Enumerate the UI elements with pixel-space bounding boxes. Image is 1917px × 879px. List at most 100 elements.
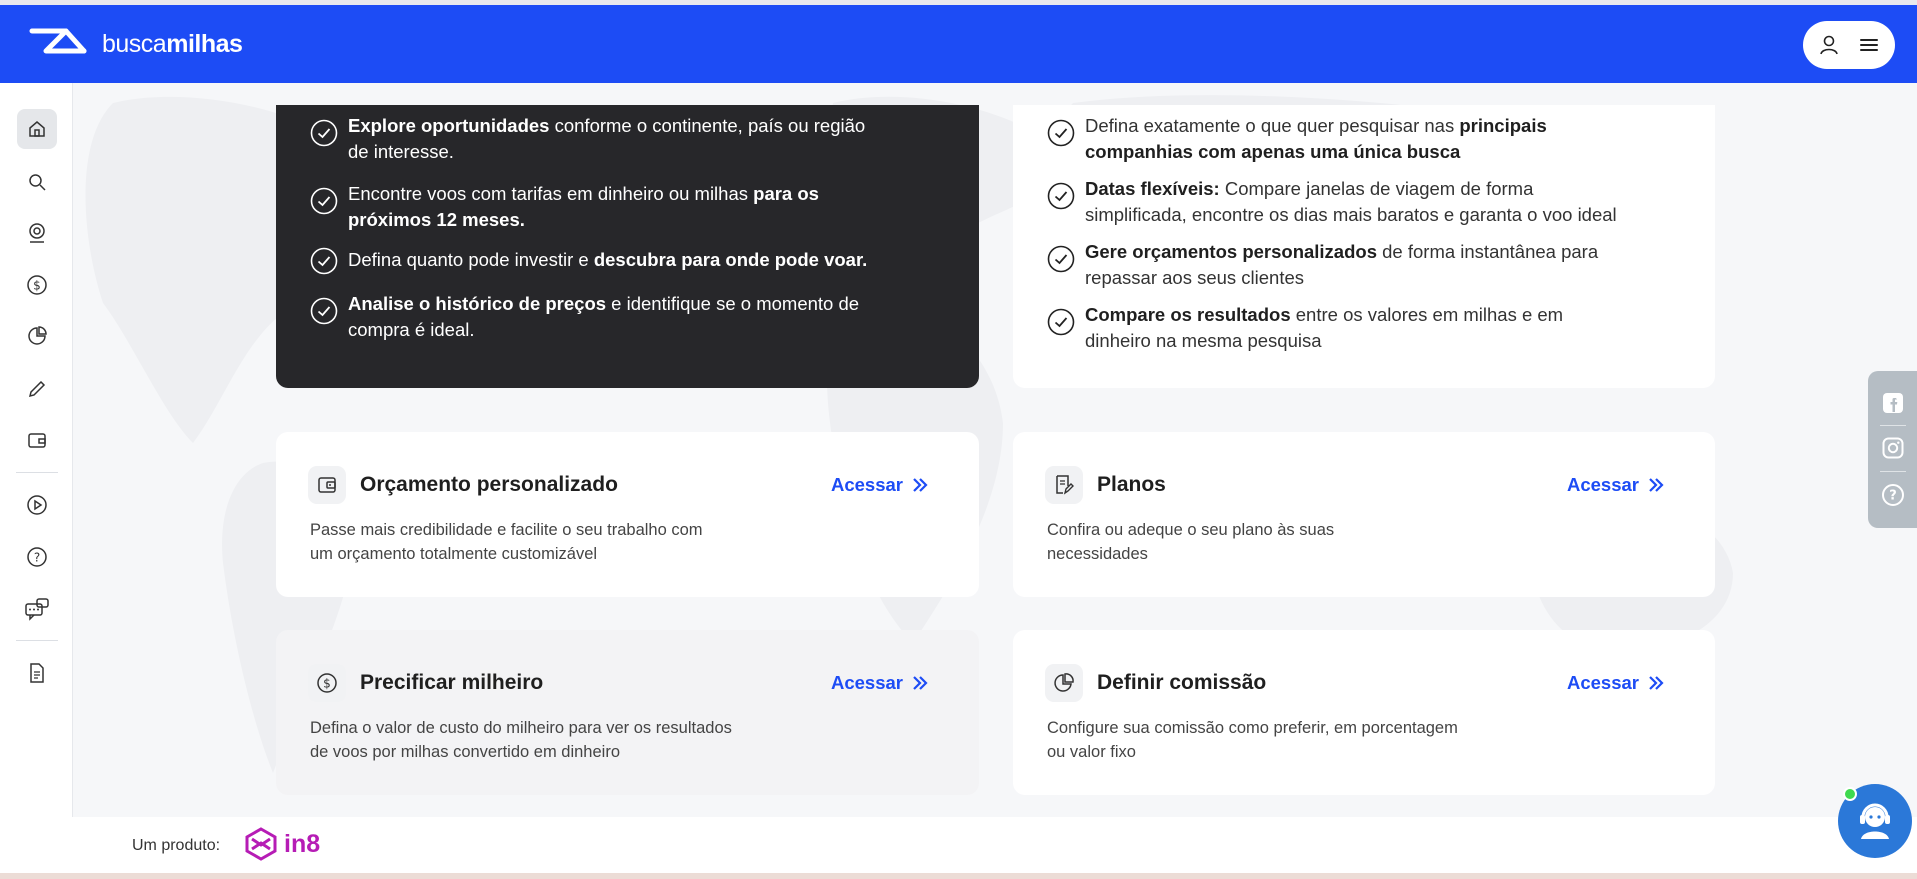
sidebar-item-videos[interactable] <box>17 485 57 525</box>
dollar-icon: $ <box>27 275 47 295</box>
tile-description: Configure sua comissão como preferir, em… <box>1047 719 1458 761</box>
sidebar-item-chat[interactable] <box>17 589 57 629</box>
online-status-dot <box>1843 787 1857 801</box>
sidebar-item-documents[interactable] <box>17 653 57 693</box>
double-chevron-right-icon <box>1649 676 1664 690</box>
check-circle-icon <box>310 247 338 275</box>
sidebar-item-commission[interactable] <box>17 316 57 356</box>
brand-logo[interactable]: buscamilhas <box>28 27 243 61</box>
document-icon <box>30 663 44 683</box>
dark-features-card: Explore oportunidades conforme o contine… <box>276 105 979 388</box>
access-link-label: Acessar <box>830 474 903 495</box>
svg-text:$: $ <box>33 279 41 293</box>
user-icon[interactable] <box>1818 34 1840 56</box>
access-link[interactable]: Acessar <box>831 672 929 694</box>
check-circle-icon <box>1047 245 1075 273</box>
tile-icon-wrapper: $ <box>308 664 346 702</box>
access-link[interactable]: Acessar <box>831 474 929 496</box>
tile-icon-wrapper <box>308 466 346 504</box>
sidebar-divider <box>16 640 58 641</box>
double-chevron-right-icon <box>913 676 928 690</box>
sidebar-item-edit[interactable] <box>17 369 57 409</box>
logo-mark-icon <box>29 28 87 54</box>
search-icon <box>29 174 46 191</box>
social-divider <box>1880 425 1906 426</box>
menu-icon[interactable] <box>1858 34 1880 56</box>
footer-brand-name: in8 <box>284 829 321 858</box>
bottom-strip <box>0 873 1917 879</box>
sidebar-item-pricing[interactable]: $ <box>17 265 57 305</box>
check-circle-icon <box>1047 182 1075 210</box>
help-icon[interactable]: ? <box>1881 483 1905 507</box>
social-divider <box>1880 471 1906 472</box>
tile-plans: Planos Acessar Confira ou adeque o seu p… <box>1013 432 1715 597</box>
footer-brand-logo[interactable]: in8 <box>244 827 320 861</box>
support-agent-icon <box>1860 803 1890 839</box>
feature-item: Datas flexíveis: Compare janelas de viag… <box>1047 176 1617 228</box>
instagram-icon[interactable] <box>1881 436 1905 460</box>
check-circle-icon <box>310 187 338 215</box>
plan-document-icon <box>1056 475 1074 495</box>
sidebar-item-wallet[interactable] <box>17 420 57 460</box>
chart-pie-icon <box>28 326 47 345</box>
access-link-label: Acessar <box>1566 474 1639 495</box>
wallet-icon <box>28 433 46 448</box>
check-circle-icon <box>310 119 338 147</box>
feature-item: Explore oportunidades conforme o contine… <box>310 113 865 165</box>
svg-text:$: $ <box>323 677 331 691</box>
tile-icon-wrapper <box>1045 664 1083 702</box>
feature-item: Analise o histórico de preços e identifi… <box>310 291 859 343</box>
access-link[interactable]: Acessar <box>1567 474 1665 496</box>
sidebar-item-home[interactable] <box>17 109 57 149</box>
feature-item: Encontre voos com tarifas em dinheiro ou… <box>310 181 819 233</box>
chat-bubbles-icon <box>25 598 49 621</box>
feature-item: Compare os resultados entre os valores e… <box>1047 302 1563 354</box>
svg-text:?: ? <box>34 551 40 565</box>
sidebar-item-search[interactable] <box>17 162 57 202</box>
feature-item: Gere orçamentos personalizados de forma … <box>1047 239 1598 291</box>
chart-pie-icon <box>1054 673 1074 692</box>
account-menu-pill[interactable] <box>1803 21 1895 69</box>
tile-price-miles: $ Precificar milheiro Acessar Defina o v… <box>276 630 979 795</box>
sidebar: $ ? <box>0 83 73 817</box>
dollar-icon: $ <box>317 673 337 693</box>
social-links-bar: ? <box>1868 371 1917 528</box>
tile-icon-wrapper <box>1045 466 1083 504</box>
access-link-label: Acessar <box>1566 672 1639 693</box>
tile-custom-quote: Orçamento personalizado Acessar Passe ma… <box>276 432 979 597</box>
sidebar-divider <box>16 472 58 473</box>
tile-description: Confira ou adeque o seu plano às suas nec… <box>1047 521 1335 563</box>
map-pin-icon <box>29 223 45 243</box>
check-circle-icon <box>1047 308 1075 336</box>
tile-set-commission: Definir comissão Acessar Configure sua c… <box>1013 630 1715 795</box>
check-circle-icon <box>310 297 338 325</box>
in8-logo-icon <box>245 827 277 861</box>
sidebar-item-destinations[interactable] <box>17 213 57 253</box>
tile-title: Orçamento personalizado <box>360 473 618 496</box>
check-circle-icon <box>1047 119 1075 147</box>
play-icon <box>27 495 47 515</box>
tile-description: Defina o valor de custo do milheiro para… <box>310 719 732 761</box>
wallet-icon <box>318 477 336 493</box>
sidebar-item-help[interactable]: ? <box>17 537 57 577</box>
access-link-label: Acessar <box>830 672 903 693</box>
facebook-icon[interactable] <box>1881 391 1905 415</box>
feature-item: Defina quanto pode investir e descubra p… <box>310 247 867 275</box>
access-link[interactable]: Acessar <box>1567 672 1665 694</box>
brand-name: buscamilhas <box>102 29 243 58</box>
pencil-icon <box>28 380 46 398</box>
double-chevron-right-icon <box>913 478 928 492</box>
home-icon <box>29 121 45 137</box>
tile-description: Passe mais credibilidade e facilite o se… <box>310 521 703 563</box>
svg-text:?: ? <box>1889 489 1897 504</box>
tile-title: Definir comissão <box>1097 671 1267 694</box>
tile-title: Planos <box>1097 473 1166 496</box>
tile-title: Precificar milheiro <box>360 671 544 694</box>
footer-label: Um produto: <box>132 837 221 854</box>
top-bar: buscamilhas <box>0 5 1917 83</box>
feature-item: Defina exatamente o que quer pesquisar n… <box>1047 113 1547 165</box>
help-icon: ? <box>27 547 47 567</box>
light-features-card: Defina exatamente o que quer pesquisar n… <box>1013 105 1715 388</box>
footer: Um produto: in8 <box>0 817 1917 873</box>
double-chevron-right-icon <box>1649 478 1664 492</box>
